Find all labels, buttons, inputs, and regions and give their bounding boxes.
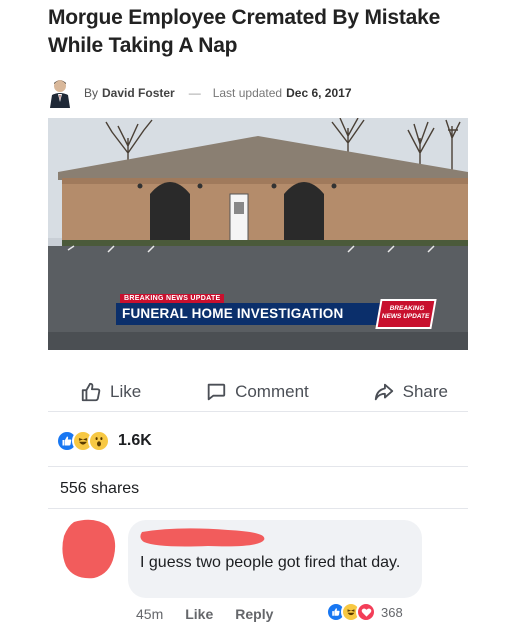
post-reactions[interactable]: 1.6K bbox=[56, 426, 152, 456]
reaction-count: 1.6K bbox=[118, 432, 152, 449]
comment-timestamp[interactable]: 45m bbox=[136, 606, 163, 622]
comment-text: I guess two people got fired that day. bbox=[140, 554, 401, 571]
updated-date: Dec 6, 2017 bbox=[286, 86, 352, 100]
comment-like-link[interactable]: Like bbox=[185, 606, 213, 622]
comment-reactions[interactable]: 368 bbox=[326, 600, 403, 624]
redacted-avatar bbox=[62, 519, 116, 579]
breaking-news-logo: BREAKING NEWS UPDATE bbox=[375, 299, 437, 329]
article-headline[interactable]: Morgue Employee Cremated By Mistake Whil… bbox=[48, 4, 468, 60]
comment-label: Comment bbox=[235, 381, 309, 401]
post-actions-bar: Like Comment Share bbox=[48, 372, 468, 412]
love-icon bbox=[356, 602, 376, 622]
thumbs-up-icon bbox=[81, 382, 101, 401]
comment-bubble-icon bbox=[207, 383, 226, 400]
updated-label: Last updated bbox=[212, 86, 283, 100]
comment-button[interactable]: Comment bbox=[205, 381, 309, 403]
byline-by: By bbox=[84, 86, 99, 100]
breaking-news-tag: BREAKING NEWS UPDATE bbox=[120, 294, 225, 303]
author-avatar bbox=[50, 80, 70, 108]
author-name[interactable]: David Foster bbox=[102, 86, 175, 100]
news-chyron: FUNERAL HOME INVESTIGATION bbox=[116, 303, 384, 325]
byline-separator: — bbox=[188, 86, 201, 100]
redacted-commenter-name bbox=[140, 528, 265, 547]
byline: By David Foster — Last updated Dec 6, 20… bbox=[48, 76, 468, 110]
wow-icon bbox=[88, 430, 110, 452]
divider bbox=[48, 466, 468, 467]
share-label: Share bbox=[402, 381, 448, 401]
share-count[interactable]: 556 shares bbox=[60, 480, 139, 498]
article-photo[interactable]: BREAKING NEWS UPDATE FUNERAL HOME INVEST… bbox=[48, 118, 468, 350]
comment-reaction-count: 368 bbox=[381, 604, 403, 620]
article-card[interactable]: Morgue Employee Cremated By Mistake Whil… bbox=[32, 0, 468, 370]
share-button[interactable]: Share bbox=[373, 381, 448, 403]
like-button[interactable]: Like bbox=[80, 381, 141, 403]
share-arrow-icon bbox=[374, 383, 393, 400]
divider bbox=[48, 508, 468, 509]
comment-bubble: I guess two people got fired that day. bbox=[128, 520, 422, 598]
like-label: Like bbox=[110, 381, 142, 401]
comment-reply-link[interactable]: Reply bbox=[235, 606, 273, 622]
comment-meta: 45m Like Reply bbox=[136, 606, 295, 622]
